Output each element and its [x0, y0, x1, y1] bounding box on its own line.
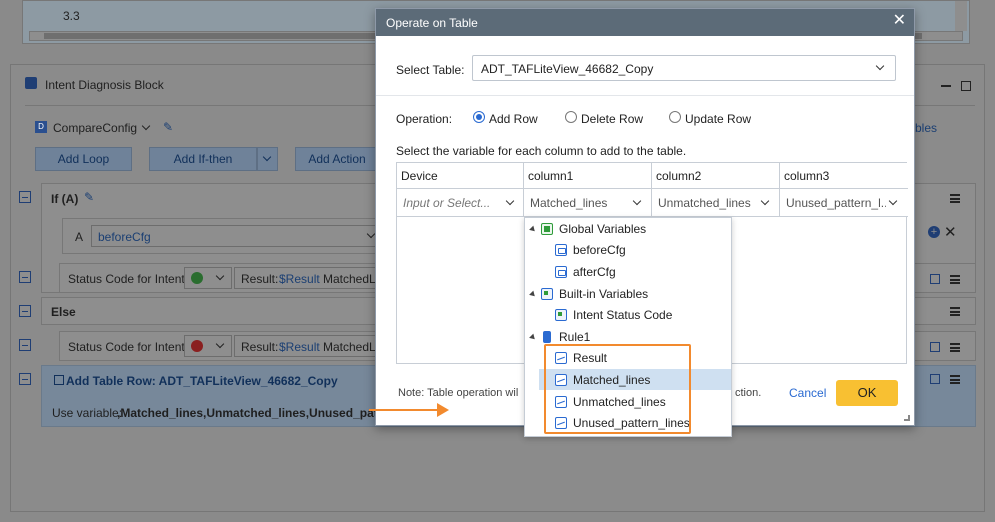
status-select[interactable] — [184, 335, 232, 357]
built-in-variables-icon — [541, 288, 553, 300]
block-icon — [25, 77, 37, 89]
menu-icon[interactable] — [950, 194, 960, 203]
tables-link[interactable]: bles — [915, 121, 937, 135]
block-title: Intent Diagnosis Block — [45, 78, 164, 92]
add-if-then-button[interactable]: Add If-then — [149, 147, 257, 171]
edit-icon[interactable]: ✎ — [84, 190, 94, 204]
collapse-icon[interactable] — [19, 271, 31, 283]
column-header: column3 — [780, 163, 908, 189]
chevron-down-icon — [760, 196, 770, 206]
edit-icon[interactable]: ✎ — [163, 120, 173, 134]
chevron-down-icon — [875, 61, 885, 71]
collapse-icon[interactable] — [19, 191, 31, 203]
cancel-button[interactable]: Cancel — [789, 386, 826, 400]
add-loop-button[interactable]: Add Loop — [35, 147, 132, 171]
chevron-down-icon — [505, 196, 515, 206]
use-variable-label: Use variable: — [52, 406, 123, 420]
ok-button[interactable]: OK — [836, 380, 898, 406]
add-if-then-dropdown[interactable] — [257, 147, 278, 171]
radio-add-row[interactable] — [473, 111, 485, 123]
arrow-annotation — [369, 403, 449, 417]
status-code-label: Status Code for Intent: — [68, 272, 189, 286]
add-icon[interactable]: + — [928, 226, 940, 238]
update-row-label[interactable]: Update Row — [685, 112, 751, 126]
check-icon — [191, 272, 203, 284]
close-icon[interactable]: ✕ — [893, 13, 906, 29]
variable-icon — [555, 266, 567, 278]
use-variable-value: ,Matched_lines,Unmatched_lines,Unused_pa… — [117, 406, 399, 420]
tree-item-aftercfg[interactable]: afterCfg — [525, 262, 731, 282]
column-header: column2 — [652, 163, 780, 189]
divider — [376, 95, 914, 96]
expand-triangle-icon[interactable] — [529, 225, 537, 234]
top-value: 3.3 — [63, 9, 80, 23]
add-action-button[interactable]: Add Action — [295, 147, 379, 171]
rule-icon — [543, 331, 551, 343]
chevron-down-icon[interactable] — [141, 121, 151, 131]
menu-icon[interactable] — [950, 275, 960, 284]
error-icon — [191, 340, 203, 352]
note-text-end: ction. — [735, 387, 762, 399]
resize-handle[interactable] — [904, 415, 910, 421]
dialog-title: Operate on Table — [386, 16, 478, 30]
config-icon: D — [35, 121, 47, 133]
menu-icon[interactable] — [950, 375, 960, 384]
column3-select[interactable]: Unused_pattern_l... — [780, 189, 908, 217]
condition-letter: A — [75, 230, 84, 244]
config-name[interactable]: CompareConfig — [53, 121, 137, 135]
chevron-down-icon — [888, 196, 898, 206]
collapse-icon[interactable] — [54, 375, 64, 385]
status-code-label: Status Code for Intent: — [68, 340, 189, 354]
radio-delete-row[interactable] — [565, 111, 577, 123]
global-variables-icon — [541, 223, 553, 235]
delete-row-label[interactable]: Delete Row — [581, 112, 643, 126]
open-external-icon[interactable] — [930, 342, 940, 352]
result-field[interactable]: Result: $Result MatchedLi — [234, 267, 394, 289]
if-label: If (A) — [51, 192, 79, 206]
operation-label: Operation: — [396, 112, 453, 126]
radio-update-row[interactable] — [669, 111, 681, 123]
open-external-icon[interactable] — [930, 374, 940, 384]
collapse-icon[interactable] — [19, 339, 31, 351]
status-select[interactable] — [184, 267, 232, 289]
menu-icon[interactable] — [950, 307, 960, 316]
minimize-icon[interactable] — [941, 85, 951, 87]
result-field[interactable]: Result: $Result MatchedLi — [234, 335, 394, 357]
else-label: Else — [51, 305, 76, 319]
maximize-icon[interactable] — [961, 81, 971, 91]
tree-group-global-variables[interactable]: Global Variables — [525, 219, 731, 239]
condition-row: A beforeCfg — [62, 218, 383, 254]
column-header: column1 — [524, 163, 652, 189]
dialog-header: Operate on Table ✕ — [376, 9, 914, 36]
menu-icon[interactable] — [950, 343, 960, 352]
note-text-start: Note: Table operation wil — [398, 387, 519, 399]
select-table-label: Select Table: — [396, 63, 465, 77]
add-row-label[interactable]: Add Row — [489, 112, 538, 126]
select-table-dropdown[interactable]: ADT_TAFLiteView_46682_Copy — [472, 55, 896, 81]
add-table-row-title: Add Table Row: ADT_TAFLiteView_46682_Cop… — [66, 374, 338, 388]
collapse-icon[interactable] — [19, 373, 31, 385]
collapse-icon[interactable] — [19, 305, 31, 317]
column2-select[interactable]: Unmatched_lines — [652, 189, 780, 217]
status-variable-icon — [555, 309, 567, 321]
condition-select[interactable]: beforeCfg — [91, 225, 383, 247]
open-external-icon[interactable] — [930, 274, 940, 284]
instruction-text: Select the variable for each column to a… — [396, 144, 687, 158]
tree-group-built-in-variables[interactable]: Built-in Variables — [525, 284, 731, 304]
device-select[interactable]: Input or Select... — [397, 189, 524, 217]
column1-select[interactable]: Matched_lines — [524, 189, 652, 217]
variable-icon — [555, 244, 567, 256]
tree-item-intent-status-code[interactable]: Intent Status Code — [525, 305, 731, 325]
tree-item-beforecfg[interactable]: beforeCfg — [525, 240, 731, 260]
expand-triangle-icon[interactable] — [529, 333, 537, 342]
column-header: Device — [397, 163, 524, 189]
vertical-scrollbar[interactable] — [955, 1, 967, 31]
highlight-box — [544, 344, 691, 434]
expand-triangle-icon[interactable] — [529, 290, 537, 299]
close-icon[interactable]: ✕ — [944, 223, 957, 241]
chevron-down-icon — [632, 196, 642, 206]
